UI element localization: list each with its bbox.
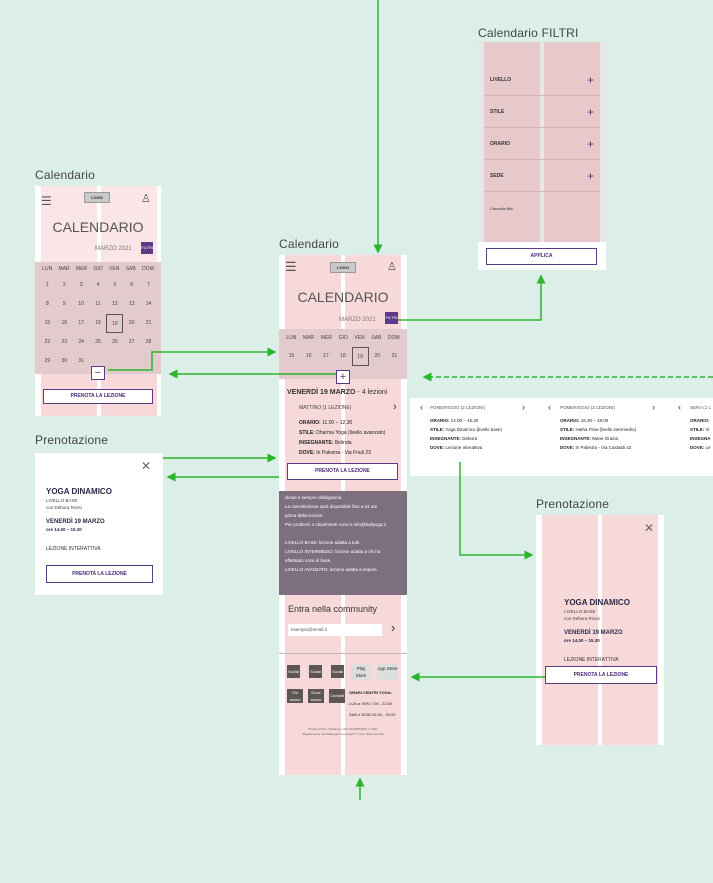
flow-arrows [108, 0, 713, 800]
arrow-slot-to-booking [459, 462, 534, 560]
arrow-filter-to-filters [398, 274, 546, 321]
arrow-expand-calendar [108, 347, 277, 371]
